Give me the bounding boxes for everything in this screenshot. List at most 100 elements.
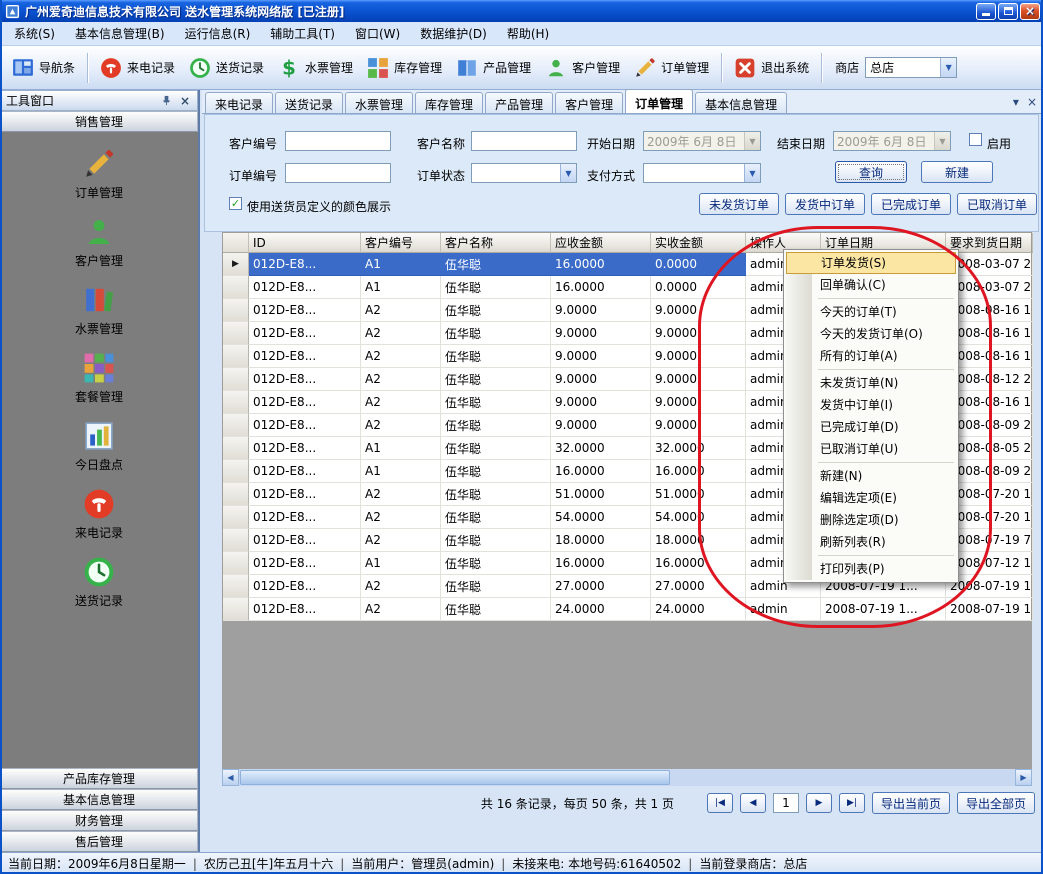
menu-item-4[interactable]: 窗口(W): [345, 22, 410, 45]
toolbar-button-label: 订单管理: [661, 59, 709, 76]
menu-item-0[interactable]: 系统(S): [4, 22, 65, 45]
tab-7[interactable]: 基本信息管理: [695, 92, 787, 113]
tab-2[interactable]: 水票管理: [345, 92, 413, 113]
menu-item-1[interactable]: 基本信息管理(B): [65, 22, 175, 45]
column-header-0[interactable]: ID: [249, 233, 361, 253]
cell: 012D-E8...: [249, 276, 361, 299]
minimize-button[interactable]: [976, 3, 996, 20]
order-status-filter-button-3[interactable]: 已取消订单: [957, 193, 1037, 215]
next-page-button[interactable]: ▶: [806, 793, 832, 813]
query-button[interactable]: 查询: [835, 161, 907, 183]
tab-6[interactable]: 订单管理: [625, 89, 693, 113]
column-header-7[interactable]: 要求到货日期: [946, 233, 1033, 253]
toolbar-inventory-grid-button[interactable]: 库存管理: [361, 53, 448, 83]
scroll-left-icon[interactable]: ◀: [222, 769, 239, 786]
menu-item-6[interactable]: 帮助(H): [497, 22, 559, 45]
pin-icon[interactable]: [159, 95, 173, 106]
cell: A2: [361, 414, 441, 437]
sidebar-item-4[interactable]: 今日盘点: [75, 420, 123, 473]
toolbar-person-button[interactable]: 客户管理: [539, 53, 626, 83]
sidebar-group-3[interactable]: 售后管理: [0, 831, 198, 852]
context-menu-item-12[interactable]: 新建(N): [786, 465, 956, 487]
sidebar-item-2[interactable]: 水票管理: [75, 284, 123, 337]
scrollbar-thumb[interactable]: [240, 770, 670, 785]
new-button[interactable]: 新建: [921, 161, 993, 183]
tab-list-dropdown-icon[interactable]: ▾: [1013, 95, 1019, 109]
export-all-pages-button[interactable]: 导出全部页: [957, 792, 1035, 814]
tab-0[interactable]: 来电记录: [205, 92, 273, 113]
pay-method-select[interactable]: ▼: [643, 163, 761, 183]
context-menu-item-13[interactable]: 编辑选定项(E): [786, 487, 956, 509]
context-menu-item-17[interactable]: 打印列表(P): [786, 558, 956, 580]
context-menu-item-0[interactable]: 订单发货(S): [786, 252, 956, 274]
menu-item-5[interactable]: 数据维护(D): [410, 22, 497, 45]
context-menu-item-10[interactable]: 已取消订单(U): [786, 438, 956, 460]
maximize-button[interactable]: [998, 3, 1018, 20]
order-no-label: 订单编号: [229, 167, 277, 184]
toolbar-exit-button[interactable]: 退出系统: [728, 53, 815, 83]
context-menu-item-4[interactable]: 今天的发货订单(O): [786, 323, 956, 345]
column-header-3[interactable]: 应收金额: [551, 233, 651, 253]
sidebar-item-1[interactable]: 客户管理: [75, 216, 123, 269]
last-page-button[interactable]: ▶|: [839, 793, 865, 813]
sidebar-group-1[interactable]: 基本信息管理: [0, 789, 198, 810]
tab-5[interactable]: 客户管理: [555, 92, 623, 113]
sidebar-item-0[interactable]: 订单管理: [75, 148, 123, 201]
end-date-picker[interactable]: 2009年 6月 8日 ▼: [833, 131, 951, 151]
export-current-page-button[interactable]: 导出当前页: [872, 792, 950, 814]
context-menu-item-8[interactable]: 发货中订单(I): [786, 394, 956, 416]
tab-1[interactable]: 送货记录: [275, 92, 343, 113]
customer-no-input[interactable]: [285, 131, 391, 151]
toolbar-pen-button[interactable]: 订单管理: [628, 53, 715, 83]
toolbar-separator: [821, 53, 822, 83]
row-selector: [223, 460, 249, 483]
store-select[interactable]: 总店 ▼: [865, 57, 957, 78]
order-no-input[interactable]: [285, 163, 391, 183]
sidebar-item-3[interactable]: 套餐管理: [75, 352, 123, 405]
close-button[interactable]: ×: [1020, 3, 1040, 20]
cell: 18.0000: [651, 529, 746, 552]
column-header-2[interactable]: 客户名称: [441, 233, 551, 253]
order-status-filter-button-1[interactable]: 发货中订单: [785, 193, 865, 215]
menu-item-3[interactable]: 辅助工具(T): [260, 22, 345, 45]
column-header-1[interactable]: 客户编号: [361, 233, 441, 253]
scroll-right-icon[interactable]: ▶: [1015, 769, 1032, 786]
first-page-button[interactable]: |◀: [707, 793, 733, 813]
enable-date-checkbox[interactable]: [969, 133, 982, 146]
toolbar-clock-button[interactable]: 送货记录: [183, 53, 270, 83]
context-menu-item-1[interactable]: 回单确认(C): [786, 274, 956, 296]
start-date-picker[interactable]: 2009年 6月 8日 ▼: [643, 131, 761, 151]
context-menu-item-7[interactable]: 未发货订单(N): [786, 372, 956, 394]
cell: A2: [361, 299, 441, 322]
toolbar-phone-button[interactable]: 来电记录: [94, 53, 181, 83]
sidebar-item-6[interactable]: 送货记录: [75, 556, 123, 609]
sidebar-group-0[interactable]: 产品库存管理: [0, 768, 198, 789]
tab-close-icon[interactable]: ×: [1027, 95, 1037, 109]
tab-3[interactable]: 库存管理: [415, 92, 483, 113]
order-status-select[interactable]: ▼: [471, 163, 577, 183]
page-number-input[interactable]: 1: [773, 793, 799, 813]
context-menu-item-15[interactable]: 刷新列表(R): [786, 531, 956, 553]
context-menu-item-5[interactable]: 所有的订单(A): [786, 345, 956, 367]
toolbar-dollar-button[interactable]: $水票管理: [272, 53, 359, 83]
toolbar-book-button[interactable]: 产品管理: [450, 53, 537, 83]
sidebar-group-sales[interactable]: 销售管理: [0, 111, 198, 132]
sidebar-group-2[interactable]: 财务管理: [0, 810, 198, 831]
row-selector: [223, 437, 249, 460]
toolbar-nav-panel-button[interactable]: 导航条: [6, 53, 81, 83]
menu-item-2[interactable]: 运行信息(R): [175, 22, 261, 45]
context-menu-item-14[interactable]: 删除选定项(D): [786, 509, 956, 531]
prev-page-button[interactable]: ◀: [740, 793, 766, 813]
sidebar-item-5[interactable]: 来电记录: [75, 488, 123, 541]
color-display-checkbox[interactable]: ✓: [229, 197, 242, 210]
sidebar-close-icon[interactable]: ×: [178, 94, 192, 108]
context-menu-item-3[interactable]: 今天的订单(T): [786, 301, 956, 323]
table-row[interactable]: 012D-E8...A2伍华聪24.000024.0000admin2008-0…: [223, 598, 1031, 621]
order-status-filter-button-2[interactable]: 已完成订单: [871, 193, 951, 215]
customer-name-input[interactable]: [471, 131, 577, 151]
row-selector: ▶: [223, 253, 249, 276]
column-header-4[interactable]: 实收金额: [651, 233, 746, 253]
tab-4[interactable]: 产品管理: [485, 92, 553, 113]
context-menu-item-9[interactable]: 已完成订单(D): [786, 416, 956, 438]
order-status-filter-button-0[interactable]: 未发货订单: [699, 193, 779, 215]
